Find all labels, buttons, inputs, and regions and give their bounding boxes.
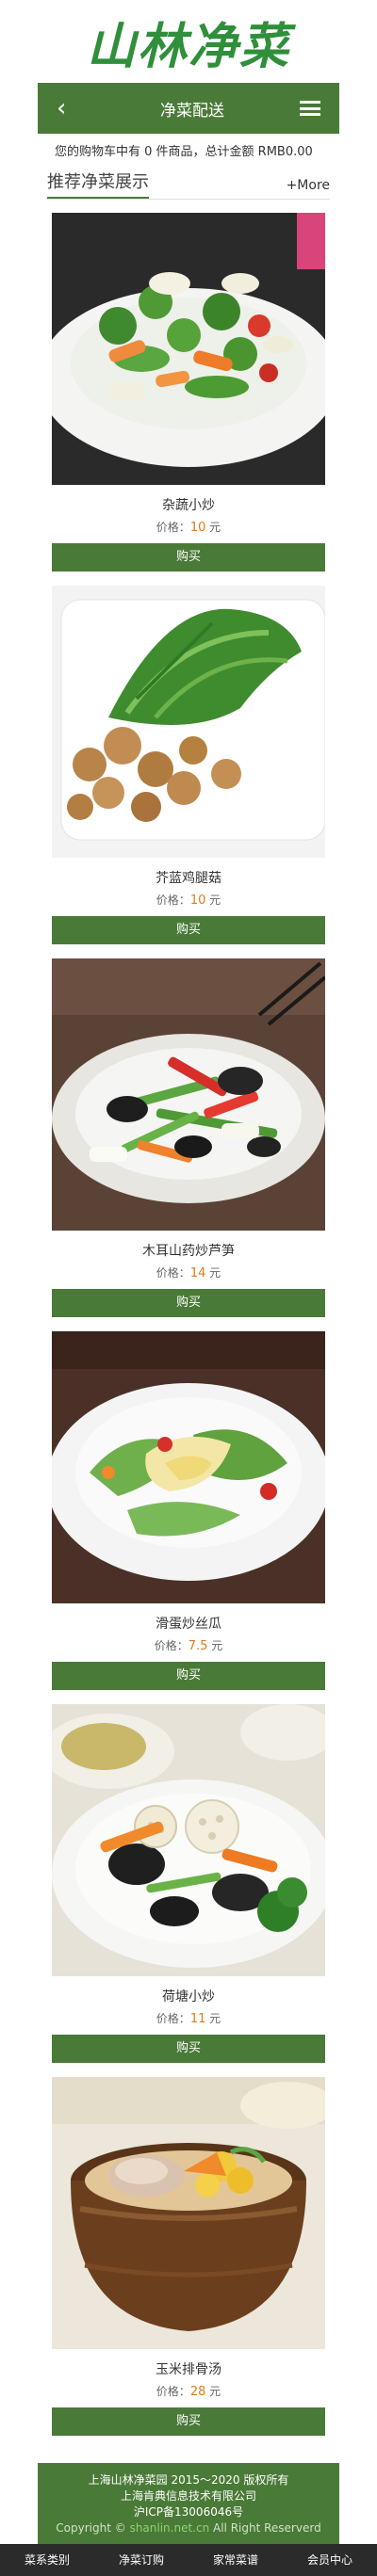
cart-summary: 您的购物车中有 0 件商品，总计金额 RMB0.00 [55, 145, 313, 159]
product-card: 杂蔬小炒 价格：10 元 购买 [52, 213, 325, 586]
page-title: 净菜配送 [160, 101, 224, 121]
product-card: 玉米排骨汤 价格：28 元 购买 [52, 2077, 325, 2450]
menu-icon[interactable] [300, 101, 320, 116]
product-price: 价格：14 元 [52, 1264, 325, 1281]
price-value: 7.5 [188, 1639, 208, 1653]
price-label: 价格： [156, 2385, 190, 2398]
product-image[interactable] [52, 1704, 325, 1976]
price-value: 28 [189, 2385, 206, 2399]
buy-button[interactable]: 购买 [52, 916, 325, 944]
price-value: 10 [189, 894, 206, 908]
price-unit: 元 [205, 521, 221, 534]
nav-order[interactable]: 净菜订购 [94, 2544, 188, 2576]
nav-categories[interactable]: 菜系类别 [0, 2544, 94, 2576]
product-card: 木耳山药炒芦笋 价格：14 元 购买 [52, 958, 325, 1331]
product-name[interactable]: 玉米排骨汤 [52, 2359, 325, 2378]
product-card: 芥蓝鸡腿菇 价格：10 元 购买 [52, 586, 325, 958]
copy-suffix: All Right Reserverd [209, 2521, 321, 2535]
product-card: 滑蛋炒丝瓜 价格：7.5 元 购买 [52, 1331, 325, 1704]
product-image[interactable] [52, 213, 325, 485]
bottom-nav: 菜系类别 净菜订购 家常菜谱 会员中心 [0, 2544, 377, 2576]
product-name[interactable]: 杂蔬小炒 [52, 495, 325, 514]
price-value: 14 [189, 1266, 206, 1280]
product-image[interactable] [52, 2077, 325, 2349]
nav-recipes[interactable]: 家常菜谱 [188, 2544, 283, 2576]
back-icon[interactable]: ‹ [57, 94, 85, 122]
product-price: 价格：7.5 元 [52, 1637, 325, 1654]
product-list: 杂蔬小炒 价格：10 元 购买 芥蓝鸡腿菇 价格：10 元 购买 木耳山药炒芦笋… [52, 213, 325, 2450]
buy-button[interactable]: 购买 [52, 1289, 325, 1317]
more-link[interactable]: +More [287, 178, 330, 199]
site-footer: 上海山林净菜园 2015～2020 版权所有 上海肯典信息技术有限公司 沪ICP… [38, 2463, 339, 2544]
section-header: 推荐净菜展示 +More [47, 168, 330, 200]
buy-button[interactable]: 购买 [52, 543, 325, 572]
footer-company-line: 上海肯典信息技术有限公司 [120, 2489, 256, 2503]
product-image[interactable] [52, 586, 325, 858]
product-name[interactable]: 荷塘小炒 [52, 1987, 325, 2005]
site-logo[interactable]: 山林净菜 [87, 7, 290, 77]
price-unit: 元 [205, 1266, 221, 1280]
footer-copy-line: Copyright © shanlin.net.cn All Right Res… [38, 2520, 339, 2536]
product-card: 荷塘小炒 价格：11 元 购买 [52, 1704, 325, 2077]
price-unit: 元 [205, 2012, 221, 2025]
product-price: 价格：10 元 [52, 892, 325, 909]
price-label: 价格： [156, 894, 190, 907]
price-value: 11 [189, 2012, 206, 2026]
product-price: 价格：11 元 [52, 2010, 325, 2027]
copy-prefix: Copyright © [56, 2521, 130, 2535]
price-unit: 元 [207, 1639, 223, 1652]
product-name[interactable]: 滑蛋炒丝瓜 [52, 1614, 325, 1633]
product-price: 价格：10 元 [52, 519, 325, 536]
price-label: 价格： [156, 521, 190, 534]
product-image[interactable] [52, 958, 325, 1231]
buy-button[interactable]: 购买 [52, 2407, 325, 2436]
price-label: 价格： [156, 2012, 190, 2025]
price-value: 10 [189, 521, 206, 535]
price-label: 价格： [156, 1266, 190, 1280]
footer-domain-link[interactable]: shanlin.net.cn [130, 2521, 210, 2535]
section-title: 推荐净菜展示 [47, 169, 149, 199]
product-name[interactable]: 木耳山药炒芦笋 [52, 1241, 325, 1260]
product-price: 价格：28 元 [52, 2383, 325, 2400]
price-unit: 元 [205, 2385, 221, 2398]
footer-copyright-line: 上海山林净菜园 2015～2020 版权所有 [88, 2473, 289, 2487]
nav-member[interactable]: 会员中心 [283, 2544, 377, 2576]
buy-button[interactable]: 购买 [52, 2035, 325, 2063]
buy-button[interactable]: 购买 [52, 1662, 325, 1690]
footer-icp-line: 沪ICP备13006046号 [133, 2505, 244, 2519]
price-unit: 元 [205, 894, 221, 907]
price-label: 价格： [154, 1639, 188, 1652]
product-image[interactable] [52, 1331, 325, 1603]
product-name[interactable]: 芥蓝鸡腿菇 [52, 868, 325, 887]
logo-area: 山林净菜 [0, 0, 377, 83]
top-navbar: ‹ 净菜配送 [38, 83, 339, 134]
